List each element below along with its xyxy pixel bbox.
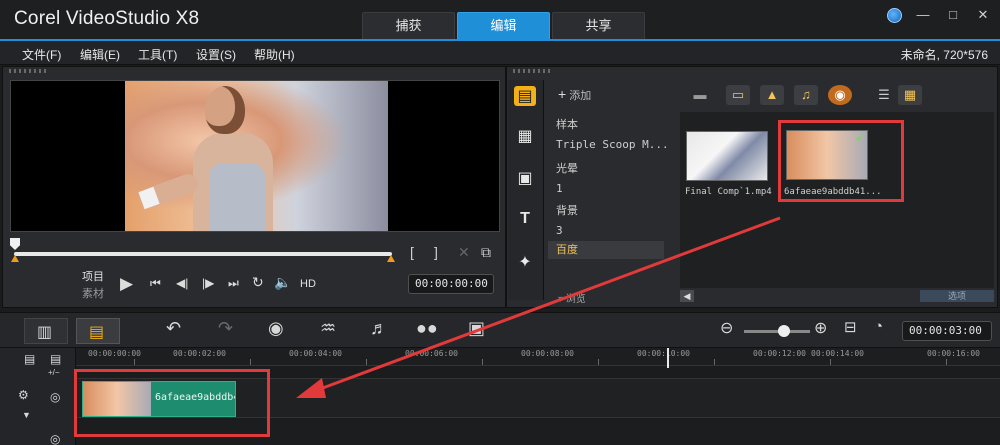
annotation-arrow (296, 216, 781, 398)
